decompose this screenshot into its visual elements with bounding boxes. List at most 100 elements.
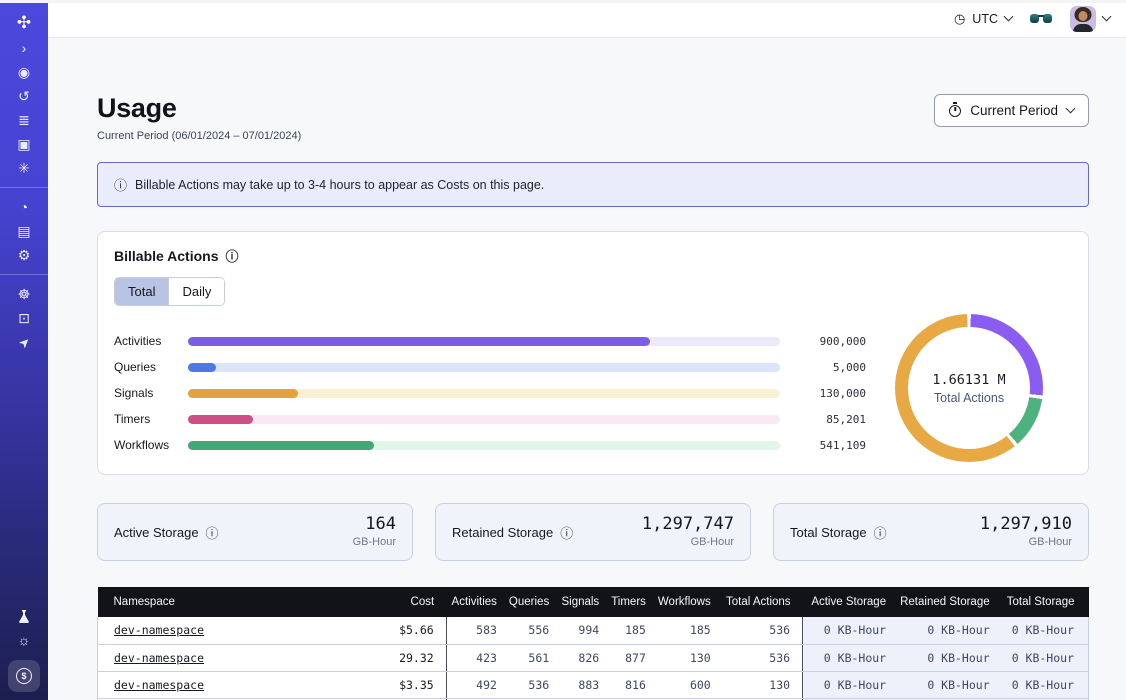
sidebar-item-layers[interactable]: ≣ (0, 108, 48, 132)
feedback-glasses-button[interactable] (1030, 12, 1052, 25)
app-shell: ◷ UTC Usage Current Period (06/01/2024 –… (48, 0, 1126, 700)
bar-track (188, 415, 780, 424)
chevron-down-icon (1102, 12, 1112, 22)
sidebar-item-usage[interactable]: ◔ (0, 195, 48, 219)
cube-icon: ▣ (17, 137, 30, 151)
monitor-icon: ⊡ (18, 311, 30, 325)
bar-track (188, 337, 780, 346)
total-storage-card: Total Storageⓘ 1,297,910GB-Hour (773, 503, 1089, 561)
credit-card-icon: ▤ (17, 224, 30, 238)
signals-cell: 883 (561, 671, 611, 698)
tab-total[interactable]: Total (115, 278, 168, 305)
flask-icon (17, 609, 31, 624)
col-total-actions: Total Actions (723, 587, 803, 617)
total-storage-unit: GB-Hour (980, 536, 1072, 549)
sidebar-item-theme[interactable]: ☼ (0, 628, 48, 652)
bar-row-queries: Queries 5,000 (114, 354, 866, 380)
sidebar-item-nexus[interactable]: ✳ (0, 156, 48, 180)
retained-storage-card: Retained Storageⓘ 1,297,747GB-Hour (435, 503, 751, 561)
total-actions-cell: 130 (723, 671, 803, 698)
sidebar-item-feedback[interactable]: ⊡ (0, 306, 48, 330)
bar-track (188, 389, 780, 398)
topbar: ◷ UTC (48, 0, 1126, 38)
bar-track (188, 441, 780, 450)
namespaces-icon: ◉ (18, 65, 30, 79)
chevron-right-icon: › (22, 41, 27, 55)
info-icon[interactable]: ⓘ (874, 523, 887, 542)
sidebar-item-credits-active[interactable]: $ (8, 660, 40, 692)
table-header-row: Namespace Cost Activities Queries Signal… (98, 587, 1089, 617)
active-storage-cell: 0 KB-Hour (803, 644, 901, 671)
sidebar-item-namespaces[interactable]: ◉ (0, 60, 48, 84)
sidebar-item-settings[interactable]: ⚙ (0, 243, 48, 267)
total-actions-cell: 536 (723, 617, 803, 644)
workflows-cell: 600 (658, 671, 723, 698)
sidebar-item-labs[interactable] (0, 604, 48, 628)
total-actions-donut: 1.66131 M Total Actions (895, 314, 1043, 462)
info-icon[interactable]: ⓘ (560, 523, 573, 542)
activities-cell: 423 (446, 644, 509, 671)
lifebuoy-icon: ☸ (18, 287, 31, 301)
sidebar-item-schedules[interactable]: ↺ (0, 84, 48, 108)
bar-fill (188, 389, 298, 398)
sidebar-item-billing[interactable]: ▤ (0, 219, 48, 243)
col-total-storage: Total Storage (1004, 587, 1089, 617)
temporal-logo[interactable]: ✣ (0, 8, 48, 36)
col-namespace: Namespace (98, 587, 356, 617)
cost-cell: $3.35 (355, 671, 446, 698)
info-icon[interactable]: ⓘ (206, 523, 219, 542)
bar-row-timers: Timers 85,201 (114, 406, 866, 432)
activities-cell: 492 (446, 671, 509, 698)
billable-actions-chart: Activities 900,000 Queries 5,000 Signals… (114, 322, 1072, 458)
info-icon[interactable]: ⓘ (226, 246, 239, 265)
sun-icon: ☼ (18, 633, 31, 647)
timers-cell: 185 (611, 617, 658, 644)
sidebar: ✣ › ◉ ↺ ≣ ▣ ✳ ◔ ▤ ⚙ ☸ ⊡ ➤ ☼ $ (0, 0, 48, 700)
retained-storage-cell: 0 KB-Hour (900, 644, 1004, 671)
billable-actions-card: Billable Actions ⓘ Total Daily Activitie… (97, 231, 1089, 475)
sidebar-item-support[interactable]: ☸ (0, 282, 48, 306)
info-banner-text: Billable Actions may take up to 3-4 hour… (135, 178, 544, 192)
tab-daily[interactable]: Daily (168, 278, 224, 305)
table-row: dev-namespace $3.35 492 536 883 816 600 … (98, 671, 1089, 698)
bar-value: 900,000 (790, 335, 866, 348)
sidebar-divider (0, 274, 48, 275)
donut-zone: 1.66131 M Total Actions (866, 322, 1072, 458)
col-retained-storage: Retained Storage (900, 587, 1004, 617)
timers-cell: 816 (611, 671, 658, 698)
bar-fill (188, 363, 216, 372)
account-menu[interactable] (1070, 6, 1110, 32)
cost-cell: $5.66 (355, 617, 446, 644)
total-actions-label: Total Actions (934, 391, 1004, 405)
sidebar-bottom-group: ☼ $ (0, 604, 48, 700)
queries-cell: 536 (509, 671, 561, 698)
sidebar-item-deployments[interactable]: ▣ (0, 132, 48, 156)
col-workflows: Workflows (658, 587, 723, 617)
chevron-down-icon (1004, 12, 1014, 22)
namespace-link[interactable]: dev-namespace (114, 623, 204, 637)
storage-summary-row: Active Storageⓘ 164GB-Hour Retained Stor… (97, 503, 1089, 561)
info-banner: ⓘ Billable Actions may take up to 3-4 ho… (97, 162, 1089, 207)
col-active-storage: Active Storage (803, 587, 901, 617)
window-top-strip (0, 0, 1126, 3)
retained-storage-unit: GB-Hour (642, 536, 734, 549)
page-title: Usage (97, 92, 301, 124)
namespace-link[interactable]: dev-namespace (114, 678, 204, 692)
layers-icon: ≣ (18, 113, 30, 127)
period-selector-label: Current Period (970, 103, 1058, 118)
billable-actions-title: Billable Actions (114, 248, 219, 264)
total-storage-cell: 0 KB-Hour (1004, 617, 1089, 644)
active-storage-cell: 0 KB-Hour (803, 671, 901, 698)
signals-cell: 826 (561, 644, 611, 671)
period-selector-button[interactable]: Current Period (934, 94, 1089, 127)
avatar (1070, 6, 1096, 32)
sidebar-expand-button[interactable]: › (0, 36, 48, 60)
col-queries: Queries (509, 587, 561, 617)
timezone-selector[interactable]: ◷ UTC (954, 11, 1012, 27)
total-actions-value: 1.66131 M (932, 372, 1005, 388)
clock-icon: ◷ (954, 11, 965, 27)
sidebar-item-getting-started[interactable]: ➤ (0, 330, 48, 354)
asterisk-icon: ✳ (18, 161, 30, 175)
active-storage-unit: GB-Hour (353, 536, 396, 549)
namespace-link[interactable]: dev-namespace (114, 651, 204, 665)
